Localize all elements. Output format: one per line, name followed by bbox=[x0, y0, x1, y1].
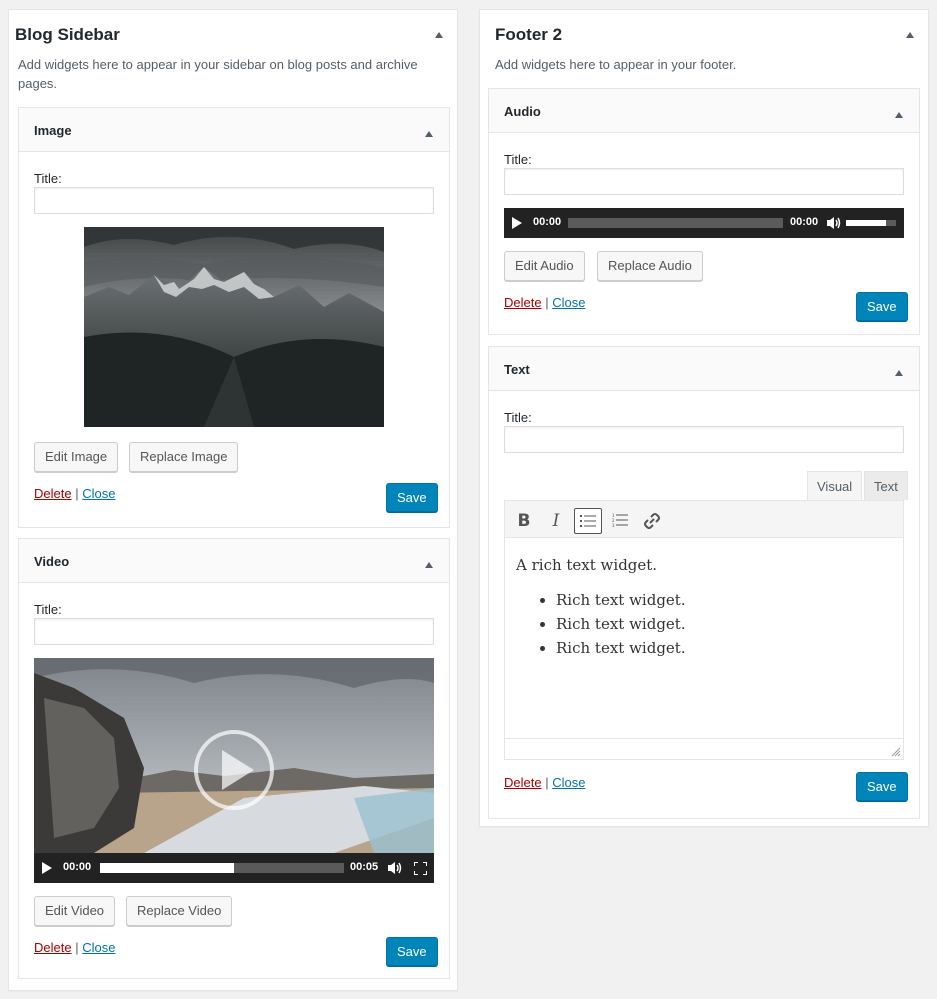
play-icon[interactable] bbox=[42, 862, 52, 874]
volume-level bbox=[846, 220, 886, 226]
rich-text-editor[interactable]: A rich text widget. Rich text widget. Ri… bbox=[504, 538, 904, 760]
widget-title: Image bbox=[34, 123, 72, 138]
title-label: Title: bbox=[504, 410, 532, 425]
video-poster bbox=[34, 658, 434, 853]
image-preview[interactable] bbox=[84, 227, 384, 427]
video-widget: Video Title: 00:00 00:05 Edit Video Repl… bbox=[18, 538, 450, 979]
close-link[interactable]: Close bbox=[82, 940, 115, 955]
volume-icon[interactable] bbox=[826, 216, 842, 230]
close-link[interactable]: Close bbox=[552, 295, 585, 310]
widget-actions: Delete | Close bbox=[504, 295, 585, 310]
collapse-toggle-icon[interactable] bbox=[425, 556, 433, 571]
edit-audio-button[interactable]: Edit Audio bbox=[504, 251, 585, 281]
title-input[interactable] bbox=[504, 426, 904, 453]
save-button[interactable]: Save bbox=[856, 772, 908, 801]
numbered-list-icon[interactable]: 1 2 3 bbox=[606, 508, 634, 534]
separator: | bbox=[545, 295, 549, 310]
widget-title: Text bbox=[504, 362, 530, 377]
widget-actions: Delete | Close bbox=[34, 486, 115, 501]
volume-slider[interactable] bbox=[846, 220, 896, 226]
audio-widget: Audio Title: 00:00 00:00 Edit Audio Repl… bbox=[488, 88, 920, 335]
widget-title: Video bbox=[34, 554, 70, 569]
collapse-toggle-icon[interactable] bbox=[895, 364, 903, 379]
mountain-image bbox=[84, 227, 384, 427]
link-icon[interactable] bbox=[638, 508, 666, 534]
progress-rail[interactable] bbox=[568, 218, 783, 228]
edit-video-button[interactable]: Edit Video bbox=[34, 896, 116, 926]
title-input[interactable] bbox=[34, 187, 434, 214]
collapse-toggle-icon[interactable] bbox=[895, 106, 903, 121]
save-button[interactable]: Save bbox=[856, 292, 908, 321]
edit-image-button[interactable]: Edit Image bbox=[34, 442, 119, 472]
duration: 00:05 bbox=[350, 861, 379, 873]
volume-icon[interactable] bbox=[387, 861, 403, 875]
bold-icon[interactable]: B bbox=[510, 508, 538, 534]
video-controls: 00:00 00:05 bbox=[34, 853, 434, 883]
title-input[interactable] bbox=[504, 168, 904, 195]
separator: | bbox=[75, 940, 79, 955]
text-widget-header[interactable]: Text bbox=[489, 347, 919, 391]
audio-widget-header[interactable]: Audio bbox=[489, 89, 919, 133]
list-item: Rich text widget. bbox=[556, 636, 903, 660]
italic-icon[interactable]: I bbox=[542, 508, 570, 534]
editor-toolbar: B I 1 2 3 bbox=[504, 500, 904, 538]
blog-sidebar-area: Blog Sidebar Add widgets here to appear … bbox=[8, 9, 458, 991]
widget-actions: Delete | Close bbox=[504, 775, 585, 790]
image-widget: Image Title: Edit Image Replace Image De… bbox=[18, 107, 450, 528]
title-label: Title: bbox=[504, 152, 532, 167]
sidebar-area-title: Footer 2 bbox=[495, 25, 563, 44]
collapse-toggle-icon[interactable] bbox=[435, 26, 447, 38]
bullet-list-icon[interactable] bbox=[574, 508, 602, 534]
replace-image-button[interactable]: Replace Image bbox=[129, 442, 239, 472]
video-widget-header[interactable]: Video bbox=[19, 539, 449, 583]
editor-statusbar bbox=[505, 738, 903, 759]
save-button[interactable]: Save bbox=[386, 937, 438, 966]
delete-link[interactable]: Delete bbox=[504, 775, 542, 790]
sidebar-area-title: Blog Sidebar bbox=[15, 25, 120, 44]
widget-title: Audio bbox=[504, 104, 541, 119]
delete-link[interactable]: Delete bbox=[34, 486, 72, 501]
svg-text:3: 3 bbox=[612, 523, 615, 527]
audio-player: 00:00 00:00 bbox=[504, 208, 904, 238]
fullscreen-icon[interactable] bbox=[414, 862, 427, 875]
duration: 00:00 bbox=[790, 216, 819, 228]
editor-paragraph: A rich text widget. bbox=[516, 556, 658, 574]
list-item: Rich text widget. bbox=[556, 612, 903, 636]
title-input[interactable] bbox=[34, 618, 434, 645]
list-item: Rich text widget. bbox=[556, 588, 903, 612]
close-link[interactable]: Close bbox=[82, 486, 115, 501]
save-button[interactable]: Save bbox=[386, 483, 438, 512]
collapse-toggle-icon[interactable] bbox=[906, 26, 918, 38]
sidebar-area-description: Add widgets here to appear in your foote… bbox=[495, 57, 737, 72]
sidebar-area-description: Add widgets here to appear in your sideb… bbox=[18, 57, 418, 91]
title-label: Title: bbox=[34, 602, 62, 617]
progress-fill bbox=[100, 863, 235, 873]
progress-rail[interactable] bbox=[100, 863, 344, 873]
text-widget: Text Title: Visual Text B I 1 2 3 A rich… bbox=[488, 346, 920, 819]
current-time: 00:00 bbox=[63, 861, 92, 873]
replace-video-button[interactable]: Replace Video bbox=[126, 896, 233, 926]
title-label: Title: bbox=[34, 171, 62, 186]
play-icon[interactable] bbox=[512, 217, 522, 229]
footer-2-area: Footer 2 Add widgets here to appear in y… bbox=[479, 9, 929, 827]
current-time: 00:00 bbox=[533, 216, 562, 228]
replace-audio-button[interactable]: Replace Audio bbox=[597, 251, 703, 281]
video-player[interactable]: 00:00 00:05 bbox=[34, 658, 434, 883]
tab-visual[interactable]: Visual bbox=[807, 471, 863, 500]
delete-link[interactable]: Delete bbox=[504, 295, 542, 310]
tab-text[interactable]: Text bbox=[864, 471, 908, 500]
separator: | bbox=[545, 775, 549, 790]
collapse-toggle-icon[interactable] bbox=[425, 125, 433, 140]
widget-actions: Delete | Close bbox=[34, 940, 115, 955]
close-link[interactable]: Close bbox=[552, 775, 585, 790]
image-widget-header[interactable]: Image bbox=[19, 108, 449, 152]
editor-list: Rich text widget. Rich text widget. Rich… bbox=[505, 588, 903, 660]
separator: | bbox=[75, 486, 79, 501]
resize-handle-icon[interactable] bbox=[891, 747, 901, 757]
delete-link[interactable]: Delete bbox=[34, 940, 72, 955]
